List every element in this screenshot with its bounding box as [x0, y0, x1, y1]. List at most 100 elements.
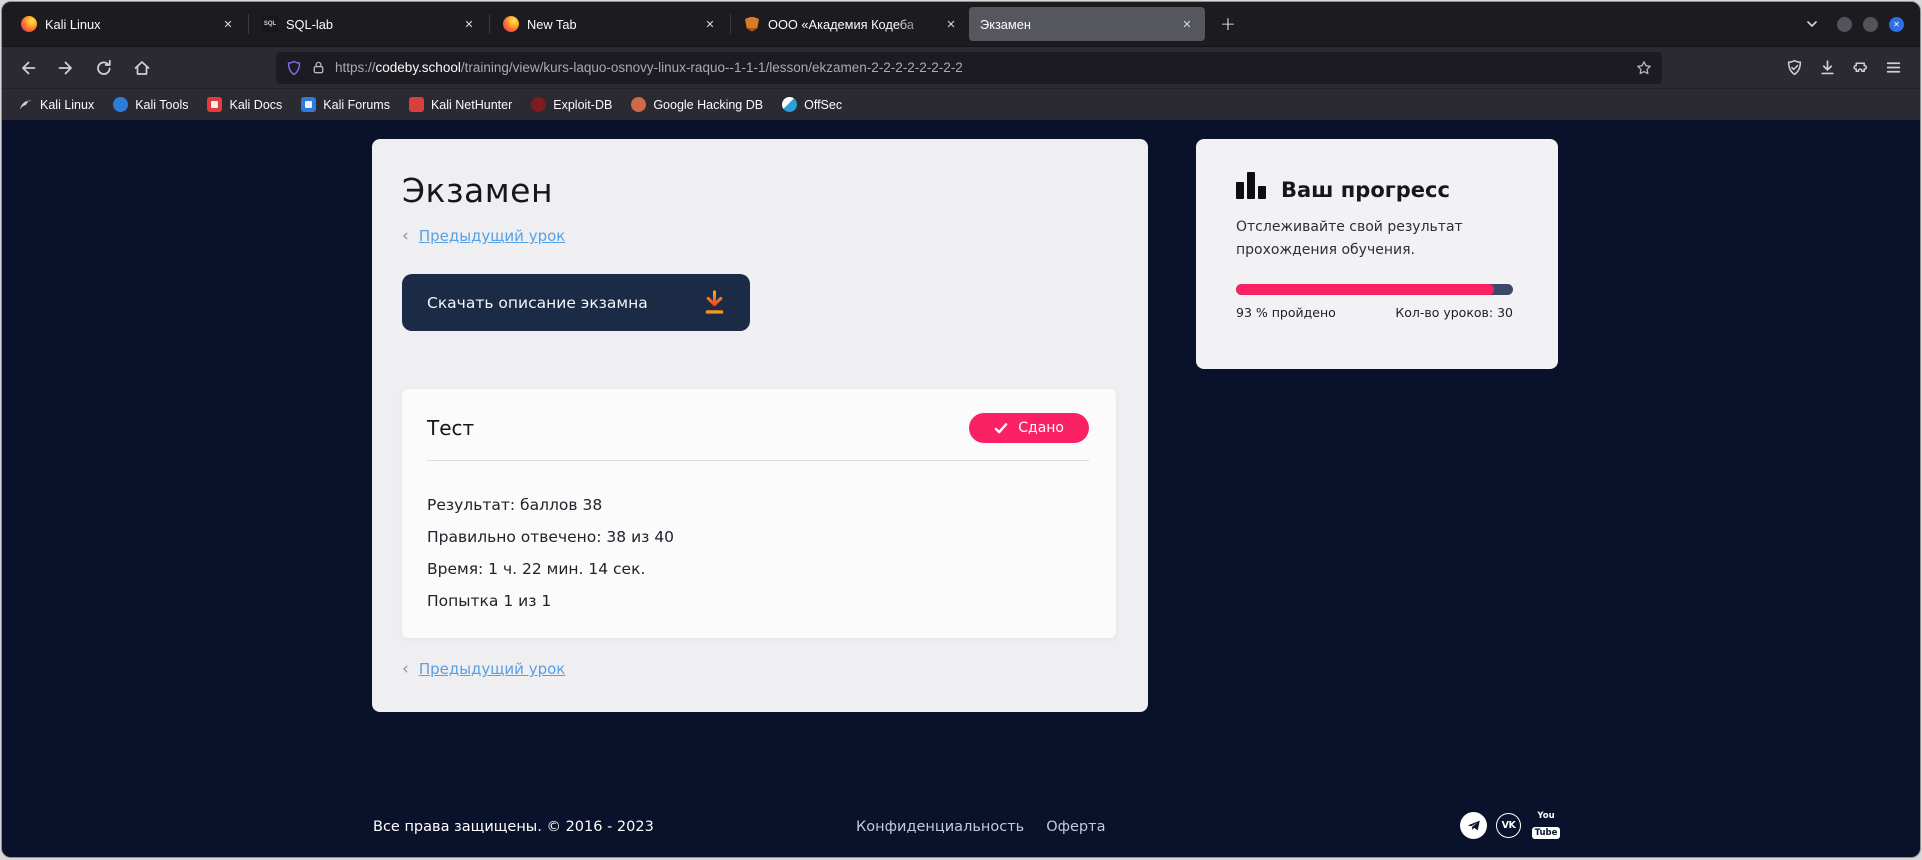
google-hacking-db-icon — [631, 97, 646, 112]
bookmark-label: Kali Forums — [323, 98, 390, 112]
firefox-favicon-icon — [503, 16, 519, 32]
previous-lesson-link-bottom[interactable]: Предыдущий урок — [419, 660, 566, 678]
tab-new-tab[interactable]: New Tab ✕ — [492, 7, 728, 41]
bookmark-google-hacking-db[interactable]: Google Hacking DB — [629, 94, 765, 115]
tab-title: Экзамен — [980, 17, 1169, 32]
bookmark-label: Kali Linux — [40, 98, 94, 112]
progress-fill — [1236, 284, 1494, 295]
bookmark-offsec[interactable]: OffSec — [780, 94, 844, 115]
tab-kali-linux[interactable]: Kali Linux ✕ — [10, 7, 246, 41]
tab-title: New Tab — [527, 17, 692, 32]
navigation-toolbar: https://codeby.school/training/view/kurs… — [2, 46, 1920, 88]
new-tab-button[interactable]: + — [1213, 9, 1243, 39]
shield-check-icon[interactable] — [1786, 59, 1803, 76]
tab-close-icon[interactable]: ✕ — [700, 14, 720, 34]
tracking-protection-shield-icon[interactable] — [286, 60, 302, 76]
tab-separator — [248, 14, 249, 34]
tab-separator — [730, 14, 731, 34]
bookmark-exploit-db[interactable]: Exploit-DB — [529, 94, 614, 115]
bookmark-label: Kali Docs — [229, 98, 282, 112]
lock-icon[interactable] — [311, 60, 326, 75]
tab-close-icon[interactable]: ✕ — [459, 14, 479, 34]
bookmark-kali-docs[interactable]: Kali Docs — [205, 94, 284, 115]
privacy-link[interactable]: Конфиденциальность — [856, 819, 1024, 835]
kali-nethunter-icon — [409, 97, 424, 112]
telegram-icon[interactable] — [1460, 812, 1487, 839]
copyright-text: Все права защищены. © 2016 - 2023 — [373, 819, 654, 835]
result-score-line: Результат: баллов 38 — [427, 496, 1089, 515]
kali-docs-icon — [207, 97, 222, 112]
bookmark-label: Google Hacking DB — [653, 98, 763, 112]
back-button[interactable] — [12, 52, 44, 84]
result-lines: Результат: баллов 38 Правильно отвечено:… — [427, 496, 1089, 611]
result-correct-line: Правильно отвечено: 38 из 40 — [427, 528, 1089, 547]
progress-description: Отслеживайте свой результат прохождения … — [1236, 216, 1471, 262]
extensions-puzzle-icon[interactable] — [1852, 59, 1869, 76]
tab-separator — [489, 14, 490, 34]
bookmark-kali-nethunter[interactable]: Kali NetHunter — [407, 94, 514, 115]
page-title: Экзамен — [402, 171, 1117, 210]
window-maximize-button[interactable] — [1863, 17, 1878, 32]
bookmark-label: Kali Tools — [135, 98, 188, 112]
status-badge-passed: Сдано — [969, 413, 1089, 443]
tab-bar: Kali Linux ✕ SQL SQL-lab ✕ New Tab ✕ ООО… — [2, 2, 1920, 46]
downloads-icon[interactable] — [1819, 59, 1836, 76]
tab-title: SQL-lab — [286, 17, 451, 32]
window-minimize-button[interactable] — [1837, 17, 1852, 32]
page-footer: Все права защищены. © 2016 - 2023 Конфид… — [2, 808, 1920, 854]
url-bar[interactable]: https://codeby.school/training/view/kurs… — [276, 52, 1662, 84]
bar-chart-icon — [1236, 172, 1266, 199]
result-attempt-line: Попытка 1 из 1 — [427, 592, 1089, 611]
tab-sql-lab[interactable]: SQL SQL-lab ✕ — [251, 7, 487, 41]
home-button[interactable] — [126, 52, 158, 84]
url-text: https://codeby.school/training/view/kurs… — [335, 60, 1627, 75]
progress-card: Ваш прогресс Отслеживайте свой результат… — [1196, 139, 1558, 369]
exploit-db-icon — [531, 97, 546, 112]
download-exam-description-button[interactable]: Скачать описание экзамна — [402, 274, 750, 331]
bookmark-label: Exploit-DB — [553, 98, 612, 112]
offer-link[interactable]: Оферта — [1046, 819, 1105, 835]
tab-close-icon[interactable]: ✕ — [941, 14, 961, 34]
test-title: Тест — [427, 416, 474, 440]
checkmark-icon — [994, 423, 1008, 434]
window-controls: ✕ — [1837, 17, 1904, 32]
bookmarks-toolbar: Kali Linux Kali Tools Kali Docs Kali For… — [2, 88, 1920, 120]
tab-ekzamen-active[interactable]: Экзамен ✕ — [969, 7, 1205, 41]
bookmark-kali-forums[interactable]: Kali Forums — [299, 94, 392, 115]
bookmark-kali-tools[interactable]: Kali Tools — [111, 94, 190, 115]
forward-button[interactable] — [50, 52, 82, 84]
kali-dragon-icon — [18, 97, 33, 112]
divider — [427, 460, 1089, 461]
tab-close-icon[interactable]: ✕ — [218, 14, 238, 34]
tab-title: ООО «Академия Кодеба — [768, 17, 933, 32]
test-result-card: Тест Сдано Результат: баллов 38 Правильн… — [402, 389, 1116, 638]
previous-lesson-link[interactable]: Предыдущий урок — [419, 227, 566, 245]
bookmark-kali-linux[interactable]: Kali Linux — [16, 94, 96, 115]
browser-window: Kali Linux ✕ SQL SQL-lab ✕ New Tab ✕ ООО… — [1, 1, 1921, 858]
result-time-line: Время: 1 ч. 22 мин. 14 сек. — [427, 560, 1089, 579]
status-badge-label: Сдано — [1018, 420, 1064, 436]
bookmark-label: Kali NetHunter — [431, 98, 512, 112]
sql-favicon-icon: SQL — [262, 16, 278, 32]
tab-akademiya-codeby[interactable]: ООО «Академия Кодеба ✕ — [733, 7, 969, 41]
kali-tools-icon — [113, 97, 128, 112]
progress-bar-track — [1236, 284, 1513, 295]
shield-favicon-icon — [744, 16, 760, 32]
reload-button[interactable] — [88, 52, 120, 84]
window-close-button[interactable]: ✕ — [1889, 17, 1904, 32]
download-button-label: Скачать описание экзамна — [427, 294, 648, 312]
url-domain: codeby.school — [376, 60, 461, 75]
bookmark-star-icon[interactable] — [1636, 60, 1652, 76]
exam-card: Экзамен ‹ Предыдущий урок Скачать описан… — [372, 139, 1148, 712]
progress-title: Ваш прогресс — [1281, 178, 1450, 202]
offsec-icon — [782, 97, 797, 112]
tab-close-icon[interactable]: ✕ — [1177, 14, 1197, 34]
chevron-left-icon: ‹ — [402, 228, 409, 245]
youtube-icon[interactable]: You Tube — [1530, 812, 1562, 839]
lessons-count-label: Кол-во уроков: 30 — [1395, 305, 1513, 320]
kali-forums-icon — [301, 97, 316, 112]
chevron-left-icon: ‹ — [402, 661, 409, 678]
menu-hamburger-icon[interactable] — [1885, 59, 1902, 76]
list-all-tabs-chevron-icon[interactable] — [1805, 17, 1819, 31]
vk-icon[interactable]: VK — [1496, 813, 1521, 838]
